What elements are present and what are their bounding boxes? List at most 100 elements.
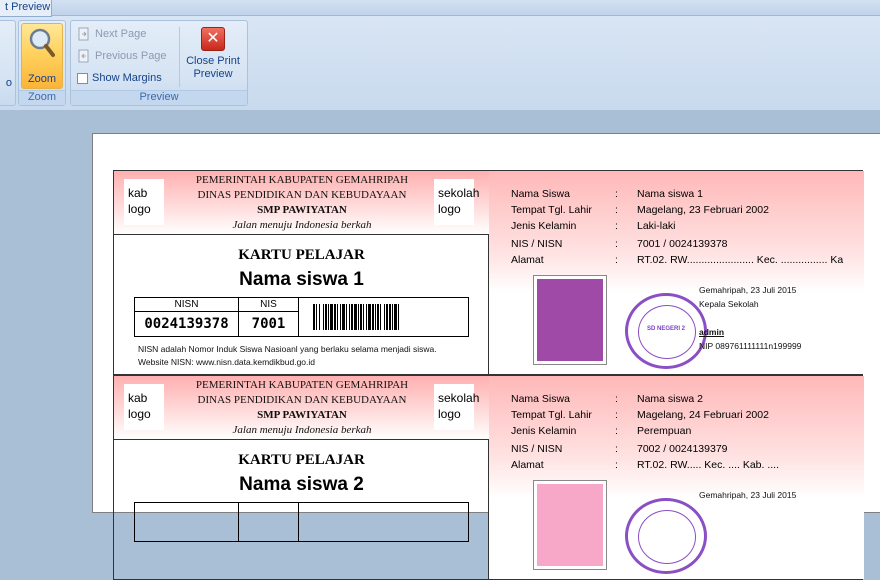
nis-cell: [239, 503, 299, 541]
info-key: NIS / NISN: [511, 443, 563, 455]
sign-role: Kepala Sekolah: [699, 299, 759, 309]
nisn-cell: [135, 503, 239, 541]
header-school: SMP PAWIYATAN: [257, 409, 347, 421]
kab-logo: kab logo: [124, 384, 164, 430]
card-back: Nama Siswa: Nama siswa 1 Tempat Tgl. Lahi…: [489, 171, 864, 374]
info-value: Laki-laki: [637, 220, 676, 232]
note-line1: NISN adalah Nomor Induk Siswa Nasioanl y…: [138, 344, 437, 354]
school-logo-line2: logo: [438, 407, 461, 421]
stamp-text: SD NEGERI 2: [646, 326, 685, 332]
info-value: Nama siswa 2: [637, 393, 703, 405]
card-header: kab logo PEMERINTAH KABUPATEN GEMAHRIPAH…: [114, 171, 489, 235]
barcode-bar: [399, 304, 401, 330]
info-colon: :: [615, 393, 618, 405]
next-page-icon: [78, 27, 89, 41]
info-colon: :: [615, 220, 618, 232]
barcode: [313, 304, 461, 330]
id-box: [134, 502, 469, 542]
school-stamp: [625, 498, 707, 574]
info-key: Tempat Tgl. Lahir: [511, 204, 592, 216]
info-value: Nama siswa 1: [637, 188, 703, 200]
nisn-note: NISN adalah Nomor Induk Siswa Nasioanl y…: [138, 343, 437, 369]
card-title: KARTU PELAJAR: [238, 452, 365, 468]
group-separator: [179, 27, 180, 87]
info-key: Jenis Kelamin: [511, 220, 577, 232]
nisn-value: 0024139378: [144, 316, 229, 332]
kab-logo: kab logo: [124, 179, 164, 225]
signer-name: admin: [699, 327, 725, 337]
card-header: kab logo PEMERINTAH KABUPATEN GEMAHRIPAH…: [114, 376, 489, 440]
header-school: SMP PAWIYATAN: [257, 204, 347, 216]
nisn-label: NISN: [135, 298, 238, 312]
kab-logo-line1: kab: [128, 391, 148, 405]
close-print-preview-button[interactable]: ✕ Close Print Preview: [183, 25, 243, 89]
info-colon: :: [615, 254, 618, 266]
student-card-1: kab logo PEMERINTAH KABUPATEN GEMAHRIPAH…: [113, 170, 864, 375]
info-key: Jenis Kelamin: [511, 425, 577, 437]
info-value: Magelang, 23 Februari 2002: [637, 204, 769, 216]
school-logo: sekolah logo: [434, 179, 480, 225]
tab-print-preview[interactable]: t Preview: [0, 0, 52, 17]
ribbon: t Preview o Zoom Zoom Next Page Previous…: [0, 0, 880, 110]
signature-block: Gemahripah, 23 Juli 2015: [699, 488, 796, 502]
card-back: Nama Siswa: Nama siswa 2 Tempat Tgl. Lahi…: [489, 376, 864, 579]
info-colon: :: [615, 238, 618, 250]
sign-date: Gemahripah, 23 Juli 2015: [699, 285, 797, 295]
info-key: NIS / NISN: [511, 238, 563, 250]
nis-cell: NIS 7001: [239, 298, 299, 336]
student-card-2: kab logo PEMERINTAH KABUPATEN GEMAHRIPAH…: [113, 375, 864, 580]
nis-label: NIS: [239, 298, 298, 312]
info-value: 7001 / 0024139378: [637, 238, 728, 250]
school-stamp: SD NEGERI 2: [625, 293, 707, 369]
info-key: Tempat Tgl. Lahir: [511, 409, 592, 421]
signer-nip: NIP 089761111111n199999: [699, 341, 802, 351]
card-front: kab logo PEMERINTAH KABUPATEN GEMAHRIPAH…: [114, 376, 489, 579]
zoom-button-label: Zoom: [27, 73, 57, 85]
info-value: Perempuan: [637, 425, 692, 437]
school-logo-line1: sekolah: [438, 186, 480, 200]
magnifier-icon: [29, 28, 55, 57]
info-colon: :: [615, 188, 618, 200]
info-value: RT.02. RW..... Kec. .... Kab. ....: [637, 459, 780, 471]
student-name: Nama siswa 1: [239, 269, 364, 290]
info-colon: :: [615, 409, 618, 421]
checkbox-icon[interactable]: [77, 72, 88, 84]
card-title: KARTU PELAJAR: [238, 247, 365, 263]
info-key: Nama Siswa: [511, 393, 570, 405]
info-colon: :: [615, 459, 618, 471]
header-text: PEMERINTAH KABUPATEN GEMAHRIPAH DINAS PE…: [172, 173, 432, 233]
signature-block: Gemahripah, 23 Juli 2015 Kepala Sekolah …: [699, 283, 801, 353]
partial-label: o: [5, 77, 12, 89]
card-front: kab logo PEMERINTAH KABUPATEN GEMAHRIPAH…: [114, 171, 489, 374]
school-logo-line2: logo: [438, 202, 461, 216]
photo-fill: [537, 484, 603, 566]
info-value: 7002 / 0024139379: [637, 443, 728, 455]
next-page-button[interactable]: Next Page: [77, 25, 146, 43]
zoom-button[interactable]: Zoom: [21, 23, 63, 89]
info-colon: :: [615, 204, 618, 216]
school-logo: sekolah logo: [434, 384, 479, 430]
barcode-cell: [299, 298, 469, 336]
student-name: Nama siswa 2: [239, 474, 364, 495]
nis-value: 7001: [251, 316, 286, 332]
header-motto: Jalan menuju Indonesia berkah: [232, 424, 372, 436]
ribbon-group-preview: Next Page Previous Page Show Margins ✕ C…: [70, 20, 248, 106]
previous-page-label: Previous Page: [95, 50, 167, 62]
ribbon-group-partial: o: [0, 20, 16, 106]
show-margins-label: Show Margins: [92, 72, 162, 84]
info-colon: :: [615, 443, 618, 455]
info-key: Nama Siswa: [511, 188, 570, 200]
show-margins-checkbox[interactable]: Show Margins: [77, 69, 162, 87]
info-key: Alamat: [511, 254, 544, 266]
close-icon: ✕: [201, 27, 225, 51]
info-value: RT.02. RW....................... Kec. ..…: [637, 254, 844, 266]
student-photo: [533, 275, 607, 365]
zoom-group-label: Zoom: [19, 90, 65, 105]
next-page-label: Next Page: [95, 28, 147, 40]
previous-page-button[interactable]: Previous Page: [77, 47, 167, 65]
note-line2: Website NISN: www.nisn.data.kemdikbud.go…: [138, 357, 316, 367]
photo-fill: [537, 279, 603, 361]
preview-group-label: Preview: [71, 90, 247, 105]
info-value: Magelang, 24 Februari 2002: [637, 409, 769, 421]
kab-logo-line2: logo: [128, 202, 151, 216]
